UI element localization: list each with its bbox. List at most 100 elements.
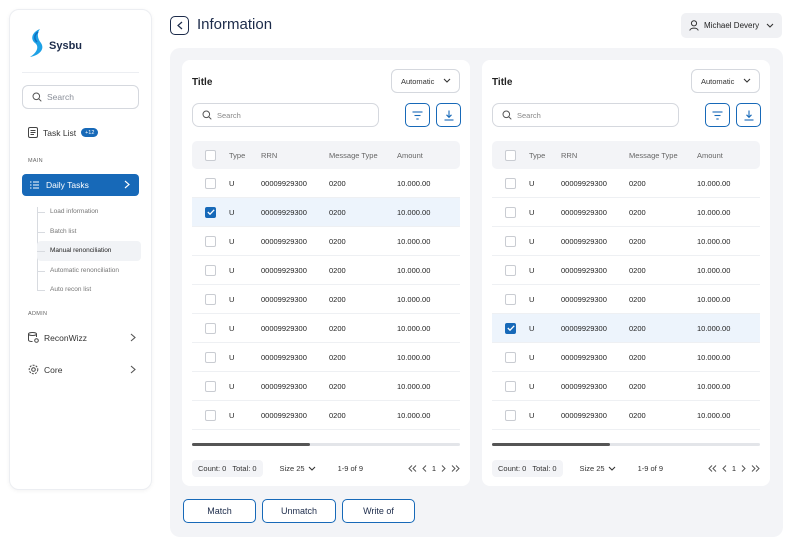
- row-checkbox[interactable]: [205, 322, 216, 334]
- row-checkbox[interactable]: [205, 264, 216, 276]
- panel-search-input[interactable]: Search: [192, 103, 379, 127]
- subnav-item-load-information[interactable]: Load information: [37, 202, 141, 222]
- cell-amount: 10.000.00: [397, 410, 431, 420]
- table-row[interactable]: U 00009929300 0200 10.000.00: [492, 198, 760, 227]
- next-page-icon[interactable]: [741, 464, 746, 472]
- prev-page-icon[interactable]: [422, 464, 427, 472]
- select-all-checkbox[interactable]: [505, 149, 516, 161]
- table-row[interactable]: U 00009929300 0200 10.000.00: [192, 169, 460, 198]
- database-gear-icon: [28, 332, 39, 343]
- sidebar-item-reconwizz[interactable]: ReconWizz: [28, 332, 136, 343]
- page-size-select[interactable]: Size 25: [280, 464, 316, 473]
- table-row[interactable]: U 00009929300 0200 10.000.00: [492, 401, 760, 430]
- sidebar-item-daily-tasks[interactable]: Daily Tasks: [22, 174, 139, 196]
- first-page-icon[interactable]: [708, 464, 717, 472]
- cell-type: U: [529, 323, 535, 333]
- row-checkbox[interactable]: [505, 351, 516, 363]
- table-row[interactable]: U 00009929300 0200 10.000.00: [492, 169, 760, 198]
- table-row[interactable]: U 00009929300 0200 10.000.00: [192, 227, 460, 256]
- sidebar-item-core[interactable]: Core: [28, 364, 136, 375]
- row-checkbox[interactable]: [505, 177, 516, 189]
- sidebar-search-input[interactable]: Search: [22, 85, 139, 109]
- current-page[interactable]: 1: [432, 464, 436, 473]
- chevron-down-icon: [766, 23, 774, 28]
- table-row[interactable]: U 00009929300 0200 10.000.00: [492, 343, 760, 372]
- table-row[interactable]: U 00009929300 0200 10.000.00: [492, 372, 760, 401]
- table-row[interactable]: U 00009929300 0200 10.000.00: [192, 256, 460, 285]
- table-row[interactable]: U 00009929300 0200 10.000.00: [492, 256, 760, 285]
- page-size-select[interactable]: Size 25: [580, 464, 616, 473]
- mode-select[interactable]: Automatic: [691, 69, 760, 93]
- section-label-main: MAIN: [28, 158, 43, 164]
- unmatch-button[interactable]: Unmatch: [262, 499, 336, 523]
- table-row[interactable]: U 00009929300 0200 10.000.00: [192, 343, 460, 372]
- cell-rrn: 00009929300: [261, 236, 307, 246]
- subnav-item-automatic-reconciliation[interactable]: Automatic renonciliation: [37, 261, 141, 281]
- back-button[interactable]: [170, 16, 189, 35]
- mode-select[interactable]: Automatic: [391, 69, 460, 93]
- row-checkbox[interactable]: [505, 380, 516, 392]
- row-checkbox[interactable]: [205, 177, 216, 189]
- prev-page-icon[interactable]: [722, 464, 727, 472]
- table-row[interactable]: U 00009929300 0200 10.000.00: [192, 372, 460, 401]
- horizontal-scrollbar[interactable]: [192, 443, 460, 446]
- column-header-type[interactable]: Type: [529, 151, 561, 160]
- horizontal-scrollbar[interactable]: [492, 443, 760, 446]
- panel-search-placeholder: Search: [217, 110, 241, 120]
- row-checkbox[interactable]: [505, 293, 516, 305]
- table-row[interactable]: U 00009929300 0200 10.000.00: [492, 314, 760, 343]
- row-checkbox[interactable]: [205, 235, 216, 247]
- table-body: U 00009929300 0200 10.000.00 U 00009929300 020…: [192, 169, 460, 430]
- scrollbar-thumb[interactable]: [192, 443, 310, 446]
- row-checkbox[interactable]: [505, 409, 516, 421]
- download-button[interactable]: [736, 103, 761, 127]
- scrollbar-thumb[interactable]: [492, 443, 610, 446]
- row-checkbox[interactable]: [505, 322, 516, 334]
- subnav-item-batch-list[interactable]: Batch list: [37, 222, 141, 242]
- filter-button[interactable]: [705, 103, 730, 127]
- column-header-rrn[interactable]: RRN: [561, 151, 629, 160]
- column-header-message-type[interactable]: Message Type: [629, 151, 697, 160]
- column-header-amount[interactable]: Amount: [397, 151, 460, 160]
- cell-amount: 10.000.00: [397, 236, 431, 246]
- table-row[interactable]: U 00009929300 0200 10.000.00: [192, 285, 460, 314]
- select-all-checkbox[interactable]: [205, 149, 216, 161]
- sidebar-divider: [22, 72, 139, 73]
- table-row[interactable]: U 00009929300 0200 10.000.00: [192, 314, 460, 343]
- first-page-icon[interactable]: [408, 464, 417, 472]
- subnav-item-auto-recon-list[interactable]: Auto recon list: [37, 280, 141, 300]
- count-summary: Count: 0 Total: 0: [492, 459, 563, 477]
- subnav-item-manual-reconciliation[interactable]: Manual renonciliation: [37, 241, 141, 261]
- table-row[interactable]: U 00009929300 0200 10.000.00: [192, 401, 460, 430]
- user-menu-button[interactable]: Michael Devery: [681, 13, 782, 38]
- next-page-icon[interactable]: [441, 464, 446, 472]
- match-button[interactable]: Match: [183, 499, 256, 523]
- cell-rrn: 00009929300: [561, 178, 607, 188]
- column-header-type[interactable]: Type: [229, 151, 261, 160]
- table-row[interactable]: U 00009929300 0200 10.000.00: [492, 285, 760, 314]
- filter-button[interactable]: [405, 103, 430, 127]
- row-checkbox[interactable]: [205, 293, 216, 305]
- row-checkbox[interactable]: [205, 409, 216, 421]
- logo[interactable]: Sysbu: [26, 28, 82, 58]
- current-page[interactable]: 1: [732, 464, 736, 473]
- download-button[interactable]: [436, 103, 461, 127]
- column-header-amount[interactable]: Amount: [697, 151, 760, 160]
- row-checkbox[interactable]: [205, 351, 216, 363]
- write-off-button[interactable]: Write of: [342, 499, 415, 523]
- row-checkbox[interactable]: [205, 206, 216, 218]
- column-header-message-type[interactable]: Message Type: [329, 151, 397, 160]
- column-header-rrn[interactable]: RRN: [261, 151, 329, 160]
- last-page-icon[interactable]: [751, 464, 760, 472]
- panel-search-input[interactable]: Search: [492, 103, 679, 127]
- table-row[interactable]: U 00009929300 0200 10.000.00: [492, 227, 760, 256]
- table-row[interactable]: U 00009929300 0200 10.000.00: [192, 198, 460, 227]
- last-page-icon[interactable]: [451, 464, 460, 472]
- row-checkbox[interactable]: [505, 264, 516, 276]
- row-checkbox[interactable]: [505, 235, 516, 247]
- row-checkbox[interactable]: [505, 206, 516, 218]
- sidebar-item-task-list[interactable]: Task List +12: [28, 127, 99, 138]
- daily-tasks-subnav: Load information Batch list Manual renon…: [37, 202, 141, 300]
- cell-type: U: [529, 294, 535, 304]
- row-checkbox[interactable]: [205, 380, 216, 392]
